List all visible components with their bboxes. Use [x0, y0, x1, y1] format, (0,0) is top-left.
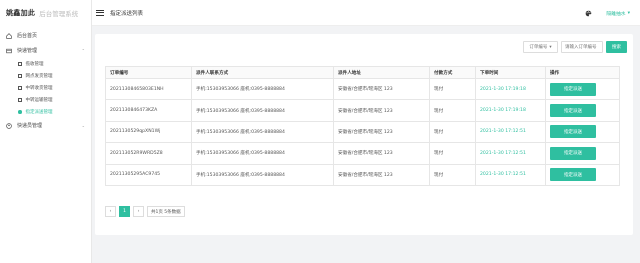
- cell-time: 2021-1-30 17:19:18: [475, 99, 546, 122]
- square-icon: [18, 74, 22, 78]
- circle-icon: [18, 110, 22, 114]
- field-select-label: 订单编号: [529, 45, 548, 50]
- table-row: 2021130846473KZA 手机:15303953066 座机:0395-…: [105, 99, 620, 122]
- cell-payment: 现付: [429, 77, 476, 101]
- table-row: 20211308465803E1NH 手机:15303953066 座机:039…: [105, 77, 620, 101]
- cell-order-no: 2021130846473KZA: [105, 99, 192, 122]
- user-name: 隔離抽水: [606, 11, 626, 17]
- assign-delivery-button[interactable]: 指定派送: [550, 146, 596, 160]
- cell-action: 指定派送: [545, 99, 620, 122]
- cell-payment: 现付: [429, 163, 476, 186]
- prev-page-button[interactable]: ‹: [105, 206, 116, 217]
- sidebar-sub-branch-shipping[interactable]: 网点发货管理: [0, 70, 91, 82]
- filter-bar: 订单编号 ▾ 搜索: [523, 41, 627, 53]
- col-time: 下单时间: [475, 66, 546, 79]
- cell-time: 2021-1-30 17:19:18: [475, 77, 546, 101]
- sidebar-item-label: 中转收货管理: [25, 86, 53, 91]
- square-icon: [18, 86, 22, 90]
- logo: 姚鑫加此 后台管理系统: [0, 0, 91, 26]
- breadcrumb: 指定派送列表: [110, 10, 144, 17]
- col-payment: 付款方式: [429, 66, 476, 79]
- pagination-info: 共1页 5条数据: [147, 206, 185, 217]
- chevron-up-icon: ⌃: [81, 48, 85, 53]
- sidebar-nav: 后台首页 快递管理 ⌃ 揽收管理 网点发货管理 中转收货管理 中转运输管理 指定…: [0, 26, 91, 133]
- table-row: 20211305295AC9745 手机:15303953066 座机:0395…: [105, 163, 620, 186]
- cell-order-no: 2021130529qpXN1Wj: [105, 120, 192, 144]
- courier-icon: [6, 122, 12, 129]
- topbar-right: 隔離抽水 ▾: [585, 0, 630, 26]
- table-row: 2021130529qpXN1Wj 手机:15303953066 座机:0395…: [105, 120, 620, 144]
- sidebar-sub-transit-receive[interactable]: 中转收货管理: [0, 82, 91, 94]
- next-page-button[interactable]: ›: [133, 206, 144, 217]
- sidebar-sub-assign-delivery[interactable]: 指定派送管理: [0, 106, 91, 118]
- system-name: 后台管理系统: [39, 10, 79, 18]
- search-button[interactable]: 搜索: [606, 41, 627, 53]
- square-icon: [18, 62, 22, 66]
- home-icon: [6, 32, 12, 39]
- sidebar-item-label: 网点发货管理: [25, 74, 53, 79]
- sidebar-item-label: 后台首页: [17, 33, 38, 39]
- cell-order-no: 202113052R9WRD5Z8: [105, 142, 192, 165]
- delivery-table: 订单编号 派件人联系方式 派件人地址 付款方式 下单时间 操作 20211308…: [105, 66, 620, 186]
- cell-time: 2021-1-30 17:12:51: [475, 163, 546, 186]
- cell-address: 安徽省/合肥市/瑶海区 123: [333, 163, 430, 186]
- search-input[interactable]: [561, 41, 603, 53]
- cell-order-no: 20211305295AC9745: [105, 163, 192, 186]
- sidebar-item-label: 揽收管理: [25, 62, 44, 67]
- page-number-button[interactable]: 1: [119, 206, 130, 217]
- menu-toggle-icon[interactable]: [96, 9, 104, 16]
- cell-action: 指定派送: [545, 120, 620, 144]
- table-row: 202113052R9WRD5Z8 手机:15303953066 座机:0395…: [105, 142, 620, 165]
- sidebar-sub-pickup[interactable]: 揽收管理: [0, 58, 91, 70]
- sidebar-sub-transit-transport[interactable]: 中转运输管理: [0, 94, 91, 106]
- cell-payment: 现付: [429, 142, 476, 165]
- cell-time: 2021-1-30 17:12:51: [475, 142, 546, 165]
- col-address: 派件人地址: [333, 66, 430, 79]
- cell-payment: 现付: [429, 99, 476, 122]
- cell-order-no: 20211308465803E1NH: [105, 77, 192, 101]
- sidebar-item-label: 中转运输管理: [25, 98, 53, 103]
- sidebar-item-courier[interactable]: 快递员管理 ⌄: [0, 118, 91, 133]
- col-order-no: 订单编号: [105, 66, 192, 79]
- assign-delivery-button[interactable]: 指定派送: [550, 168, 596, 182]
- package-icon: [6, 48, 12, 53]
- sidebar-item-express[interactable]: 快递管理 ⌃: [0, 43, 91, 58]
- palette-icon[interactable]: [585, 10, 592, 17]
- caret-down-icon: ▾: [549, 44, 552, 50]
- sidebar-item-label: 指定派送管理: [25, 110, 53, 115]
- sidebar-item-home[interactable]: 后台首页: [0, 28, 91, 43]
- brand-name: 姚鑫加此: [6, 8, 36, 17]
- cell-contact: 手机:15303953066 座机:0395-8888884: [191, 142, 334, 165]
- cell-time: 2021-1-30 17:12:51: [475, 120, 546, 144]
- square-icon: [18, 98, 22, 102]
- sidebar-item-label: 快递员管理: [17, 123, 43, 129]
- cell-contact: 手机:15303953066 座机:0395-8888884: [191, 77, 334, 101]
- user-menu[interactable]: 隔離抽水 ▾: [606, 10, 630, 17]
- col-action: 操作: [545, 66, 620, 79]
- cell-action: 指定派送: [545, 142, 620, 165]
- sidebar-item-label: 快递管理: [17, 48, 38, 54]
- cell-address: 安徽省/合肥市/瑶海区 123: [333, 120, 430, 144]
- cell-address: 安徽省/合肥市/瑶海区 123: [333, 142, 430, 165]
- cell-address: 安徽省/合肥市/瑶海区 123: [333, 99, 430, 122]
- assign-delivery-button[interactable]: 指定派送: [550, 82, 596, 96]
- assign-delivery-button[interactable]: 指定派送: [550, 125, 596, 139]
- cell-contact: 手机:15303953066 座机:0395-8888884: [191, 163, 334, 186]
- pagination: ‹ 1 › 共1页 5条数据: [105, 206, 185, 217]
- chevron-down-icon: ▾: [627, 10, 630, 16]
- main-card: 订单编号 ▾ 搜索 订单编号 派件人联系方式 派件人地址 付款方式 下单时间 操…: [95, 34, 633, 235]
- assign-delivery-button[interactable]: 指定派送: [550, 104, 596, 118]
- sidebar: 姚鑫加此 后台管理系统 后台首页 快递管理 ⌃ 揽收管理 网点发货管理 中转收货…: [0, 0, 92, 263]
- cell-address: 安徽省/合肥市/瑶海区 123: [333, 77, 430, 101]
- chevron-down-icon: ⌄: [81, 123, 85, 128]
- col-contact: 派件人联系方式: [191, 66, 334, 79]
- topbar: 指定派送列表 隔離抽水 ▾: [92, 0, 640, 26]
- cell-contact: 手机:15303953066 座机:0395-8888884: [191, 99, 334, 122]
- field-select[interactable]: 订单编号 ▾: [523, 41, 558, 53]
- cell-payment: 现付: [429, 120, 476, 144]
- table-header-row: 订单编号 派件人联系方式 派件人地址 付款方式 下单时间 操作: [105, 66, 620, 79]
- cell-contact: 手机:15303953066 座机:0395-8888884: [191, 120, 334, 144]
- cell-action: 指定派送: [545, 77, 620, 101]
- cell-action: 指定派送: [545, 163, 620, 186]
